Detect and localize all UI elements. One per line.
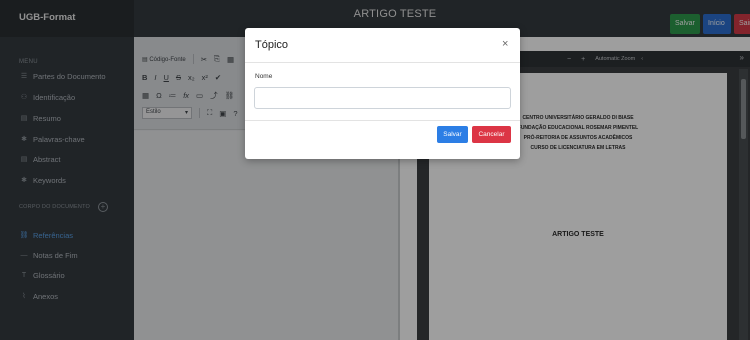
close-icon[interactable]: × — [502, 38, 508, 50]
save-button[interactable]: Salvar — [437, 126, 468, 143]
name-input[interactable] — [254, 87, 511, 109]
dialog-divider — [245, 120, 520, 121]
dialog-title: Tópico — [255, 39, 289, 51]
name-field-label: Nome — [255, 73, 273, 80]
dialog-divider — [245, 62, 520, 63]
topic-dialog: Tópico × Nome Salvar Cancelar — [245, 28, 520, 159]
cancel-button[interactable]: Cancelar — [472, 126, 511, 143]
